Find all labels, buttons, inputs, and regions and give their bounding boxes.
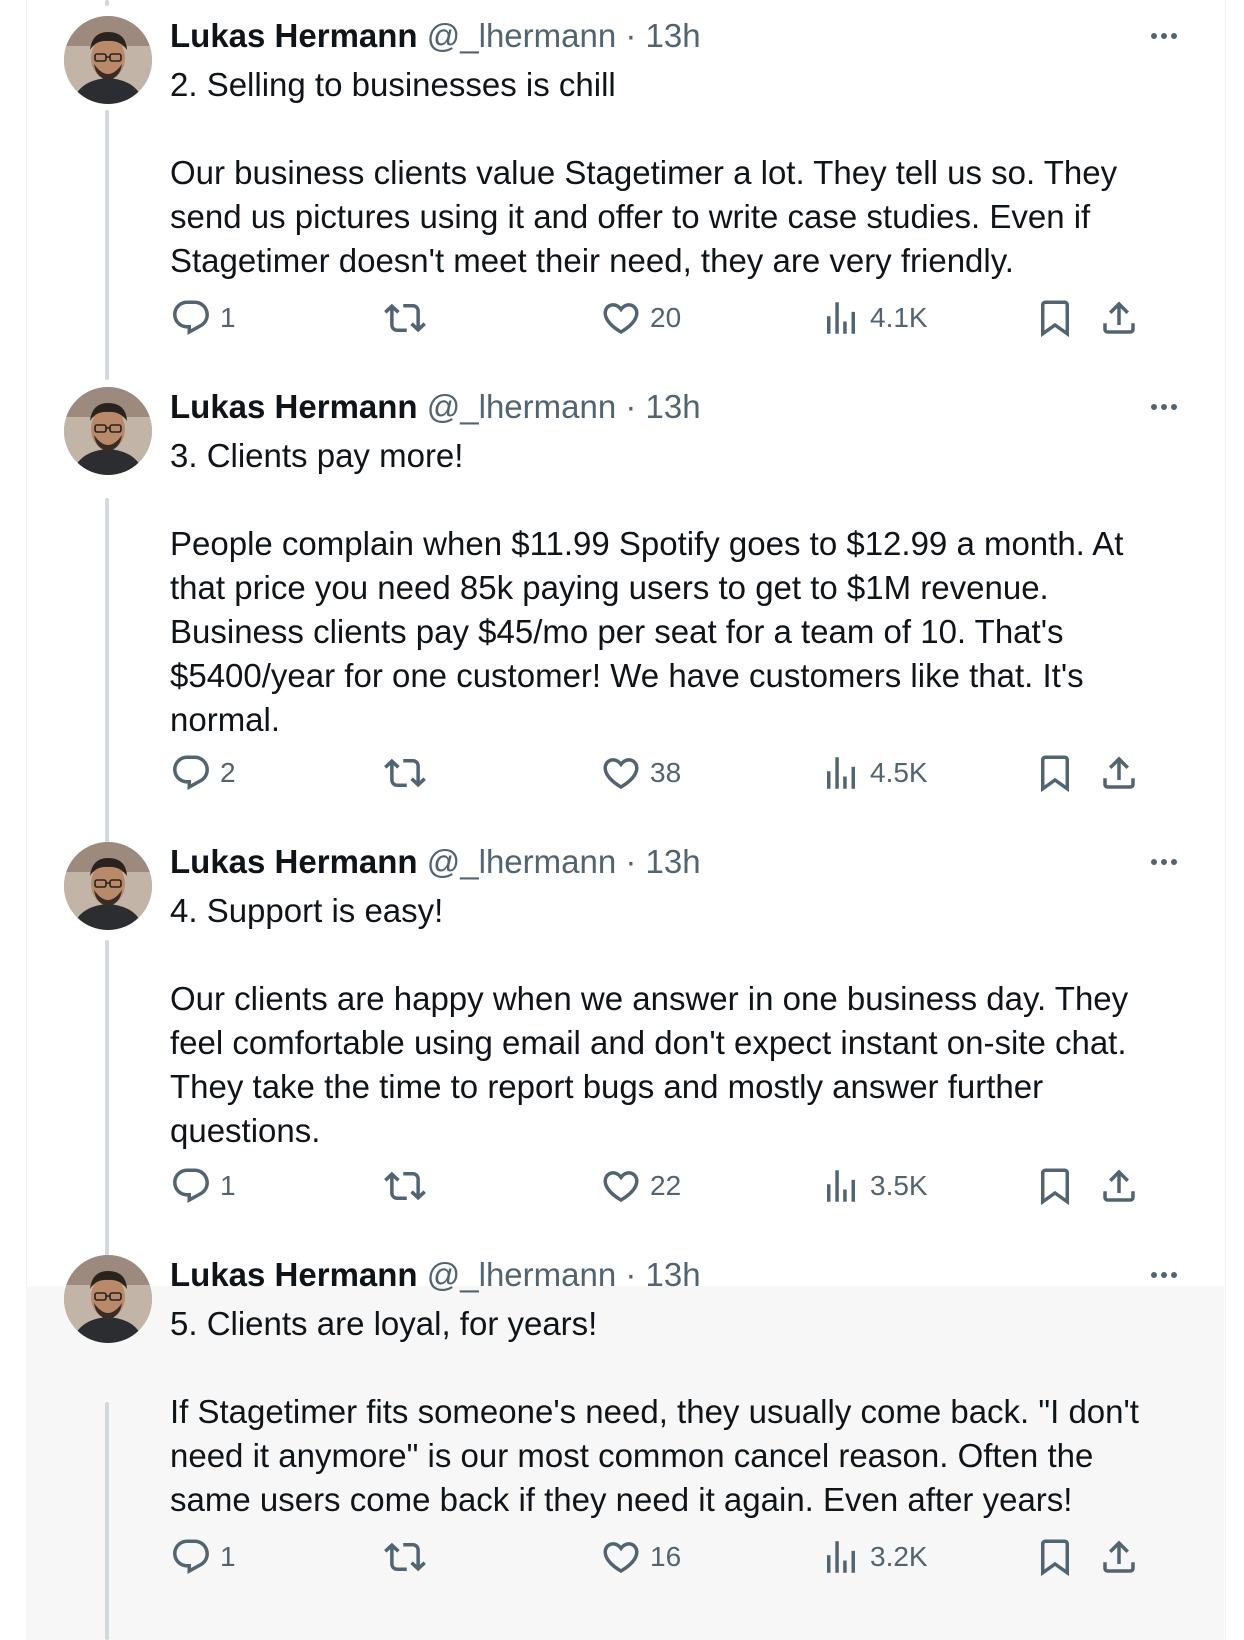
like-icon [603,303,639,335]
tweet-text: 4. Support is easy! Our clients are happ… [170,892,1129,1149]
tweet-text: 5. Clients are loyal, for years! If Stag… [170,1305,1139,1518]
bookmark-button[interactable] [1034,1535,1076,1579]
avatar[interactable] [64,1255,152,1343]
share-button[interactable] [1098,1535,1140,1579]
reply-count: 1 [220,1541,236,1572]
tweet[interactable]: Lukas Hermann @_lhermann · 13h 2. Sellin… [26,0,1224,356]
author-name[interactable]: Lukas Hermann [170,843,418,880]
author-name[interactable]: Lukas Hermann [170,388,418,425]
bookmark-icon [1041,300,1069,338]
like-icon [603,758,639,790]
like-icon [603,1171,639,1203]
bookmark-icon [1041,755,1069,793]
like-button[interactable]: 22 [600,1164,681,1208]
bookmark-button[interactable] [1034,751,1076,795]
share-icon [1103,756,1135,789]
reply-icon [173,1539,209,1574]
avatar[interactable] [64,842,152,930]
views-icon [827,757,855,789]
share-icon [1103,301,1135,334]
tweet-header: Lukas Hermann @_lhermann · 13h [170,387,701,427]
views-button[interactable]: 3.5K [820,1164,928,1208]
like-count: 20 [650,302,682,333]
views-count: 3.2K [870,1541,928,1572]
bookmark-icon [1041,1168,1069,1206]
tweet-actions: 2 38 4.5K [170,751,1210,795]
tweet[interactable]: Lukas Hermann @_lhermann · 13h 5. Client… [26,1239,1224,1595]
like-button[interactable]: 16 [600,1535,681,1579]
like-button[interactable]: 38 [600,751,681,795]
avatar-image [64,1255,152,1343]
more-icon[interactable] [1144,391,1184,423]
share-button[interactable] [1098,751,1140,795]
like-count: 22 [650,1170,682,1201]
views-icon [827,1541,855,1573]
repost-button[interactable] [384,296,434,340]
reply-icon [173,755,209,790]
more-icon[interactable] [1144,20,1184,52]
avatar[interactable] [64,387,152,475]
views-button[interactable]: 4.1K [820,296,928,340]
like-count: 16 [650,1541,682,1572]
avatar-image [64,16,152,104]
reply-icon [173,1168,209,1203]
avatar-image [64,387,152,475]
author-handle-time[interactable]: @_lhermann · 13h [427,17,701,54]
repost-icon [384,1542,426,1572]
like-icon [603,1542,639,1574]
views-count: 4.5K [870,757,928,788]
views-icon [827,302,855,334]
tweet-actions: 1 16 3.2K [170,1535,1210,1579]
reply-count: 1 [220,302,236,333]
repost-icon [384,303,426,333]
views-button[interactable]: 4.5K [820,751,928,795]
reply-button[interactable]: 2 [170,751,236,795]
reply-button[interactable]: 1 [170,1164,236,1208]
repost-button[interactable] [384,1164,434,1208]
repost-icon [384,758,426,788]
bookmark-button[interactable] [1034,296,1076,340]
tweet-text: 3. Clients pay more! People complain whe… [170,437,1124,738]
reply-button[interactable]: 1 [170,296,236,340]
tweet[interactable]: Lukas Hermann @_lhermann · 13h 4. Suppor… [26,826,1224,1224]
tweet-text: 2. Selling to businesses is chill Our bu… [170,66,1118,279]
share-button[interactable] [1098,296,1140,340]
author-name[interactable]: Lukas Hermann [170,1256,418,1293]
like-count: 38 [650,757,682,788]
views-icon [827,1170,855,1202]
tweet-header: Lukas Hermann @_lhermann · 13h [170,1255,701,1295]
tweet-actions: 1 22 3.5K [170,1164,1210,1208]
share-icon [1103,1169,1135,1202]
views-count: 4.1K [870,302,928,333]
repost-icon [384,1171,426,1201]
reply-count: 1 [220,1170,236,1201]
avatar-image [64,842,152,930]
repost-button[interactable] [384,1535,434,1579]
reply-count: 2 [220,757,236,788]
author-handle-time[interactable]: @_lhermann · 13h [427,1256,701,1293]
views-button[interactable]: 3.2K [820,1535,928,1579]
avatar[interactable] [64,16,152,104]
reply-button[interactable]: 1 [170,1535,236,1579]
author-handle-time[interactable]: @_lhermann · 13h [427,388,701,425]
share-icon [1103,1540,1135,1573]
reply-icon [173,300,209,335]
bookmark-icon [1041,1539,1069,1577]
tweet-header: Lukas Hermann @_lhermann · 13h [170,842,701,882]
author-handle-time[interactable]: @_lhermann · 13h [427,843,701,880]
views-count: 3.5K [870,1170,928,1201]
share-button[interactable] [1098,1164,1140,1208]
more-icon[interactable] [1144,846,1184,878]
more-icon[interactable] [1144,1259,1184,1291]
repost-button[interactable] [384,751,434,795]
author-name[interactable]: Lukas Hermann [170,17,418,54]
tweet-header: Lukas Hermann @_lhermann · 13h [170,16,701,56]
tweet-actions: 1 20 4.1K [170,296,1210,340]
like-button[interactable]: 20 [600,296,681,340]
bookmark-button[interactable] [1034,1164,1076,1208]
tweet[interactable]: Lukas Hermann @_lhermann · 13h 3. Client… [26,371,1224,811]
